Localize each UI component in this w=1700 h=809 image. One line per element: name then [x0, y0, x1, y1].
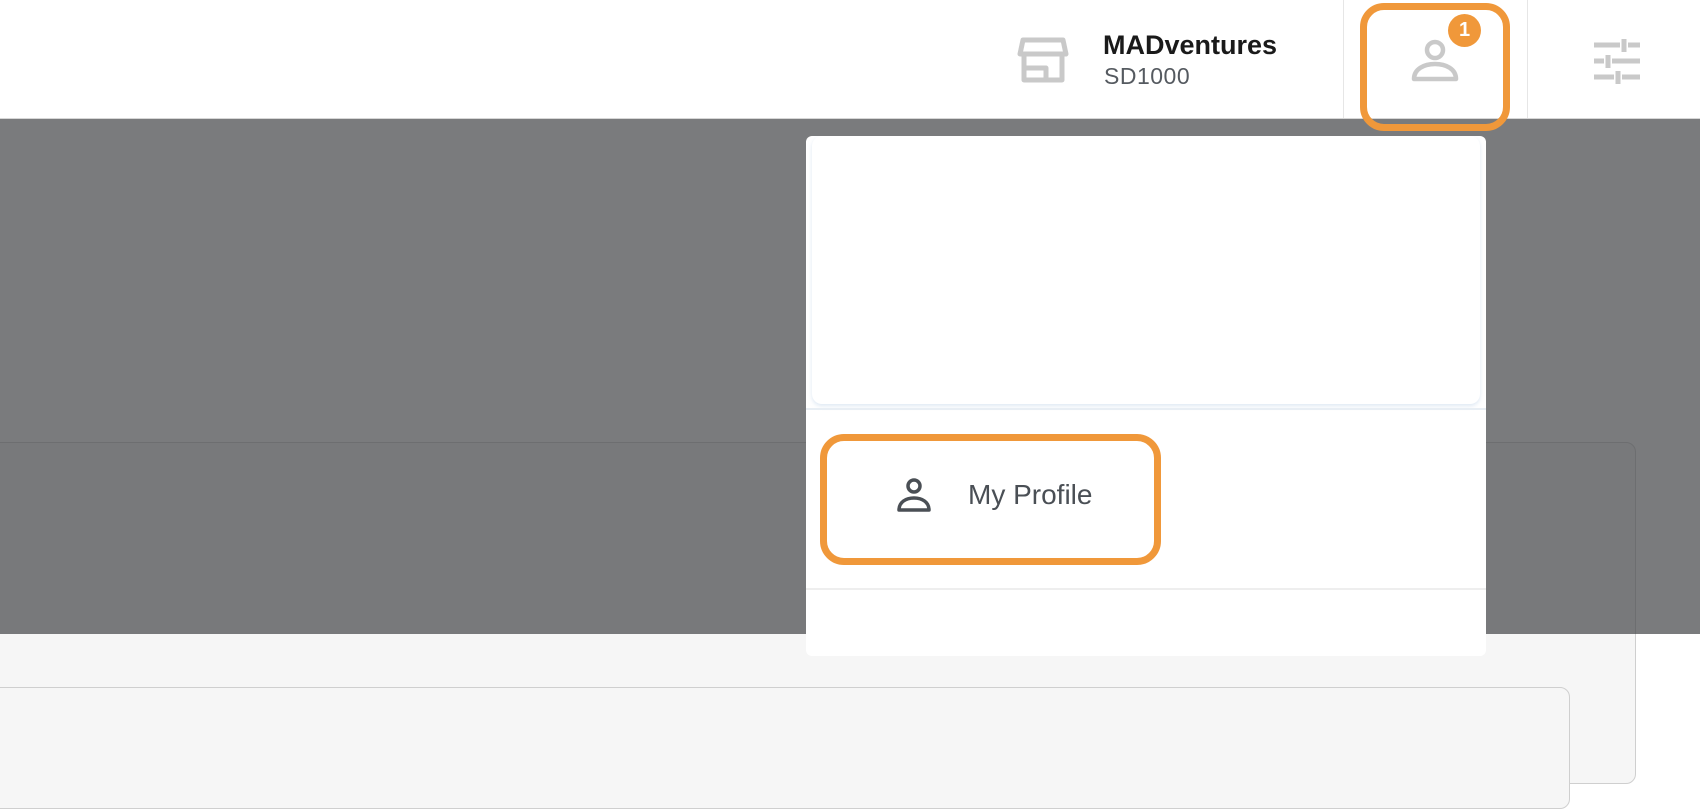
person-icon [897, 478, 931, 512]
dropdown-divider [806, 588, 1486, 590]
dropdown-divider [806, 408, 1486, 410]
store-icon [1017, 37, 1069, 83]
menu-item-label: My Profile [968, 479, 1093, 510]
top-header: MADventures SD1000 1 [0, 0, 1700, 119]
menu-item-my-profile[interactable]: My Profile [820, 434, 1140, 554]
account-icon [1411, 39, 1459, 82]
notification-badge: 1 [1448, 14, 1481, 47]
store-name: MADventures [1103, 30, 1278, 60]
account-dropdown: My Profile [806, 136, 1486, 656]
sliders-icon [1594, 39, 1640, 84]
store-code: SD1000 [1104, 63, 1191, 89]
background-card [0, 687, 1570, 809]
dropdown-header-area [812, 136, 1480, 404]
